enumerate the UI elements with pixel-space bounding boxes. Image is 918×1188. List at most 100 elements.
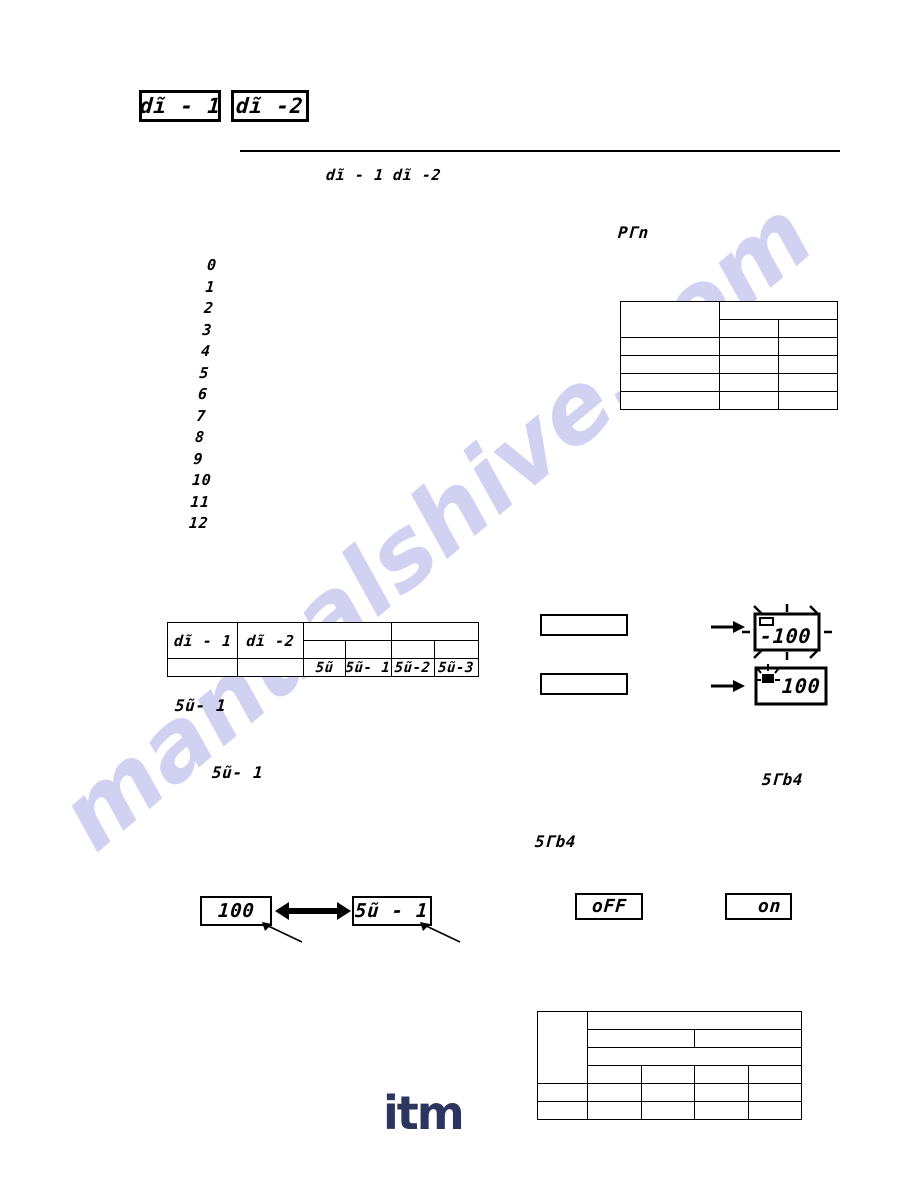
flashing-display-negative-100: -100	[742, 604, 832, 660]
table-cell	[236, 658, 305, 677]
table-cell	[587, 1011, 802, 1030]
table-cell	[778, 391, 838, 410]
list-item: 4	[200, 342, 212, 361]
flashing-lamp-display-100-text: 100	[781, 674, 822, 698]
option-value-list: 0 1 2 3 4 5 6 7 8 9 10 11 12	[188, 255, 227, 535]
list-item: 0	[206, 256, 218, 275]
table-cell	[587, 1101, 642, 1120]
table-row	[619, 301, 838, 338]
table-cell	[778, 319, 838, 338]
list-item: 5	[198, 363, 210, 382]
su-table-header-di1: dĩ - 1	[166, 622, 239, 659]
itm-logo: itm	[383, 1086, 465, 1140]
table-cell	[587, 1047, 802, 1066]
table-row	[619, 355, 838, 374]
table-cell	[619, 355, 721, 374]
subheading-param-2: dĩ -2	[392, 166, 442, 184]
empty-box-1	[540, 614, 628, 636]
leader-line-right	[420, 922, 461, 943]
list-item: 7	[195, 406, 207, 425]
table-row	[619, 337, 838, 356]
table-row: 5ũ 5ũ- 1 5ũ-2 5ũ-3	[167, 658, 480, 677]
table-cell	[303, 640, 346, 659]
table-cell	[344, 640, 392, 659]
table-cell	[719, 337, 780, 356]
su-table-header-di2: dĩ -2	[235, 622, 306, 659]
table-cell	[694, 1029, 802, 1048]
table-row	[536, 1101, 803, 1120]
table-cell	[640, 1101, 696, 1120]
su-table-sub-3: 5ũ-3	[433, 658, 480, 677]
table-cell	[747, 1101, 803, 1120]
empty-box-2	[540, 673, 628, 695]
watermark-manualshive: manualshive.com	[38, 179, 834, 873]
toggle-display-right-text: 5ũ - 1	[354, 899, 430, 922]
table-cell	[303, 622, 392, 641]
list-item: 6	[197, 385, 209, 404]
toggle-display-left-text: 100	[216, 899, 256, 922]
manual-page: manualshive.com dĩ - 1 dĩ -2 dĩ - 1 dĩ -…	[0, 0, 918, 1188]
bottom-table	[536, 1011, 803, 1120]
table-cell	[619, 391, 721, 410]
double-arrow-icon	[275, 902, 351, 920]
table-cell	[619, 373, 721, 392]
display-box-di-1-text: dĩ - 1	[138, 93, 222, 118]
standby-label-right: 5Γb4	[761, 770, 804, 789]
table-cell	[536, 1101, 589, 1120]
table-cell	[719, 391, 780, 410]
table-cell	[747, 1065, 803, 1084]
table-row	[619, 373, 838, 392]
list-item: 12	[188, 514, 209, 533]
display-box-di-1: dĩ - 1	[139, 90, 221, 122]
list-item: 1	[204, 277, 216, 296]
su-table-sub-2: 5ũ-2	[390, 658, 435, 677]
flashing-display-negative-100-text: -100	[759, 624, 813, 648]
table-cell	[640, 1065, 696, 1084]
right-arrow-icon-1	[711, 621, 745, 633]
table-cell	[694, 1101, 749, 1120]
table-cell	[619, 337, 721, 356]
table-cell	[390, 622, 480, 641]
standby-on-display-text: on	[757, 895, 782, 917]
standby-on-display: on	[725, 893, 792, 920]
list-item: 3	[201, 320, 213, 339]
table-cell	[640, 1083, 696, 1102]
su-caption-2: 5ũ- 1	[211, 763, 265, 782]
table-row: dĩ - 1 dĩ -2	[166, 622, 480, 659]
table-cell	[719, 355, 780, 374]
table-cell	[778, 337, 838, 356]
su-table: dĩ - 1 dĩ -2 5ũ 5ũ- 1 5ũ-2 5ũ-3	[166, 622, 480, 677]
table-cell	[390, 640, 435, 659]
prn-label: PΓn	[617, 223, 650, 242]
table-cell	[536, 1011, 589, 1084]
table-cell	[719, 319, 780, 338]
display-box-di-2-text: dĩ -2	[235, 93, 305, 118]
table-row	[536, 1083, 803, 1102]
table-cell	[536, 1083, 589, 1102]
standby-off-display-text: oFF	[590, 895, 628, 917]
table-cell	[719, 373, 780, 392]
su-caption-1: 5ũ- 1	[174, 696, 228, 715]
table-cell	[587, 1065, 642, 1084]
su-table-sub-0: 5ũ	[303, 658, 346, 677]
standby-off-display: oFF	[575, 893, 643, 920]
standby-label-left: 5Γb4	[534, 832, 577, 851]
leader-line-left	[262, 922, 303, 943]
list-item: 2	[203, 299, 215, 318]
right-arrow-icon-2	[711, 680, 745, 692]
list-item: 10	[191, 471, 212, 490]
subheading-param-1: dĩ - 1	[325, 166, 385, 184]
list-item: 9	[192, 449, 204, 468]
table-cell	[747, 1083, 803, 1102]
table-cell	[587, 1083, 642, 1102]
list-item: 11	[189, 492, 211, 511]
su-table-sub-1: 5ũ- 1	[344, 658, 392, 677]
display-box-di-2: dĩ -2	[231, 90, 309, 122]
section-divider-rule	[240, 150, 840, 152]
table-cell	[433, 640, 480, 659]
table-cell	[694, 1065, 749, 1084]
table-cell	[778, 373, 838, 392]
flashing-lamp-display-100: 100	[748, 662, 830, 710]
table-cell	[167, 658, 238, 677]
table-row	[619, 391, 838, 410]
